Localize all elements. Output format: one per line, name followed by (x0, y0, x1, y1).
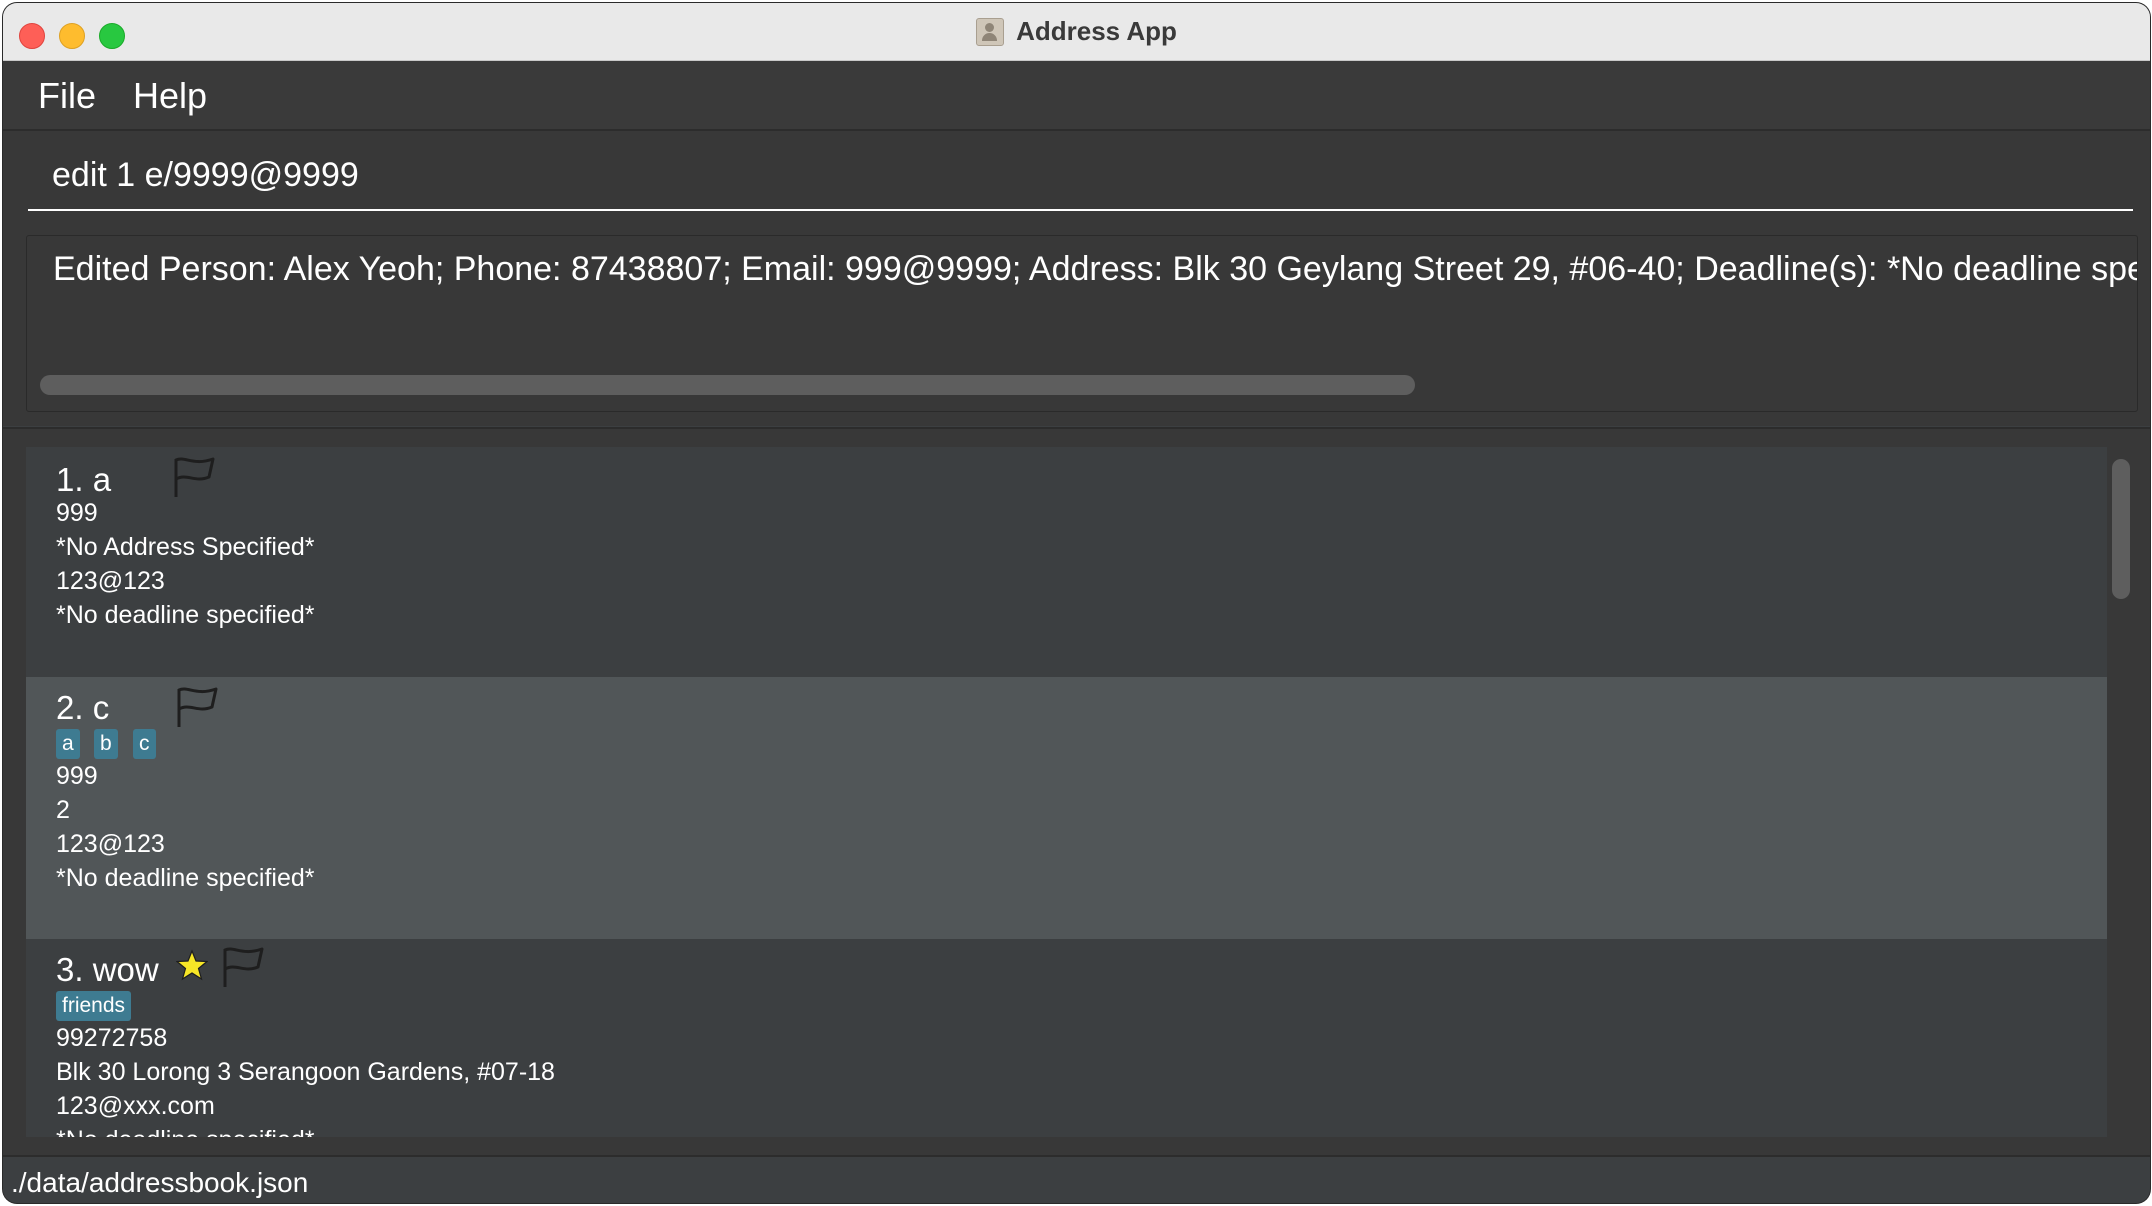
person-address: *No Address Specified* (56, 533, 315, 561)
person-address: 2 (56, 796, 70, 824)
address-app-icon (976, 17, 1005, 46)
list-vertical-scrollbar[interactable] (2112, 459, 2130, 599)
flag-icon[interactable] (174, 685, 220, 729)
menu-file[interactable]: File (38, 75, 96, 117)
person-phone: 999 (56, 499, 98, 527)
person-name: 3. wow (56, 951, 159, 988)
person-card[interactable]: 3. wow friends 99272758 Blk 30 Lorong 3 … (26, 939, 2109, 1137)
app-window: Address App File Help Edited Person: Ale… (3, 3, 2150, 1203)
person-card[interactable]: 2. c a b c 999 2 123@123 *No deadline sp… (26, 677, 2109, 939)
person-name: 1. a (56, 461, 112, 498)
person-address: Blk 30 Lorong 3 Serangoon Gardens, #07-1… (56, 1058, 555, 1086)
person-phone: 999 (56, 762, 98, 790)
result-box: Edited Person: Alex Yeoh; Phone: 8743880… (26, 235, 2138, 412)
tag: a (56, 729, 80, 759)
flag-icon[interactable] (171, 455, 217, 499)
result-horizontal-scrollbar[interactable] (40, 375, 1415, 395)
person-card[interactable]: 1. a 999 *No Address Specified* 123@123 … (26, 447, 2109, 677)
tag: b (94, 729, 118, 759)
tag: c (133, 729, 156, 759)
menu-bar: File Help (3, 61, 2150, 131)
tag: friends (56, 991, 132, 1021)
command-box (3, 131, 2150, 221)
menu-help[interactable]: Help (133, 75, 207, 117)
window-title: Address App (1016, 16, 1177, 46)
person-email: 123@123 (56, 567, 165, 595)
command-input[interactable] (28, 141, 2133, 211)
person-list: 1. a 999 *No Address Specified* 123@123 … (26, 447, 2109, 1137)
title-bar: Address App (3, 3, 2150, 61)
save-file-path: ./data/addressbook.json (11, 1167, 309, 1198)
person-email: 123@xxx.com (56, 1092, 215, 1120)
person-phone: 99272758 (56, 1024, 168, 1052)
person-list-panel: 1. a 999 *No Address Specified* 123@123 … (3, 427, 2150, 1157)
person-email: 123@123 (56, 830, 165, 858)
result-text: Edited Person: Alex Yeoh; Phone: 8743880… (53, 250, 2138, 288)
result-display: Edited Person: Alex Yeoh; Phone: 8743880… (3, 221, 2150, 426)
person-deadline: *No deadline specified* (56, 1126, 315, 1137)
person-deadline: *No deadline specified* (56, 864, 315, 892)
star-icon[interactable] (176, 949, 208, 981)
status-bar: ./data/addressbook.json (3, 1155, 2150, 1203)
person-deadline: *No deadline specified* (56, 601, 315, 629)
person-name: 2. c (56, 689, 110, 726)
flag-icon[interactable] (220, 945, 266, 989)
